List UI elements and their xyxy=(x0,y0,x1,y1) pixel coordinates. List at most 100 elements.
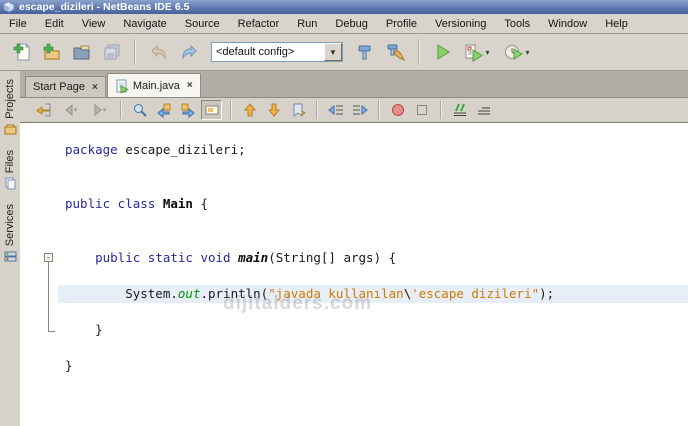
next-bookmark-button[interactable] xyxy=(263,100,284,120)
menu-item-source[interactable]: Source xyxy=(176,16,229,32)
code-token: Main xyxy=(163,196,193,211)
build-project-button[interactable] xyxy=(352,39,379,66)
menu-item-refactor[interactable]: Refactor xyxy=(229,16,289,32)
code-fold-toggle[interactable]: - xyxy=(44,253,53,262)
code-line[interactable]: } xyxy=(58,357,688,375)
stop-macro-button[interactable] xyxy=(411,100,432,120)
code-line[interactable]: public static void main(String[] args) { xyxy=(58,249,688,267)
toolbar-separator xyxy=(134,39,136,65)
config-dropdown[interactable]: <default config> ▼ xyxy=(211,42,343,62)
code-line[interactable]: } xyxy=(58,321,688,339)
menu-item-edit[interactable]: Edit xyxy=(36,16,73,32)
code-line[interactable] xyxy=(58,231,688,249)
code-token: 'escape dizileri" xyxy=(411,286,539,301)
code-line[interactable] xyxy=(58,339,688,357)
menu-item-view[interactable]: View xyxy=(73,16,115,32)
previous-bookmark-button[interactable] xyxy=(239,100,260,120)
code-line[interactable]: public class Main { xyxy=(58,195,688,213)
tab-label: Start Page xyxy=(33,81,85,93)
files-icon xyxy=(4,177,17,190)
editor-toolbar: ▾ ▾ xyxy=(20,98,688,123)
find-previous-button[interactable] xyxy=(153,100,174,120)
uncomment-icon xyxy=(476,102,492,118)
profile-dropdown-caret-icon[interactable]: ▾ xyxy=(525,48,529,57)
menu-item-navigate[interactable]: Navigate xyxy=(114,16,175,32)
profile-clock-icon xyxy=(504,42,524,62)
comment-button[interactable] xyxy=(449,100,470,120)
comment-icon xyxy=(452,102,468,118)
toggle-bookmark-button[interactable] xyxy=(287,100,308,120)
menu-item-help[interactable]: Help xyxy=(596,16,637,32)
main-toolbar: <default config> ▼ xyxy=(0,34,688,71)
code-token xyxy=(65,250,95,265)
record-macro-icon xyxy=(390,102,406,118)
undo-button[interactable] xyxy=(145,39,172,66)
new-file-button[interactable] xyxy=(8,39,35,66)
record-macro-button[interactable] xyxy=(387,100,408,120)
code-line[interactable] xyxy=(58,303,688,321)
close-icon[interactable]: × xyxy=(187,80,193,91)
code-lines: package escape_dizileri;public class Mai… xyxy=(58,141,688,375)
back-caret-icon[interactable]: ▾ xyxy=(74,106,78,114)
find-button[interactable] xyxy=(129,100,150,120)
clean-build-button[interactable] xyxy=(382,39,409,66)
code-line[interactable] xyxy=(58,213,688,231)
debug-project-button[interactable]: ▾ xyxy=(459,39,495,66)
tab-start-page[interactable]: Start Page × xyxy=(25,76,106,97)
uncomment-button[interactable] xyxy=(473,100,494,120)
new-project-button[interactable] xyxy=(38,39,65,66)
code-editor[interactable]: - package escape_dizileri;public class M… xyxy=(20,123,688,426)
menu-item-file[interactable]: File xyxy=(0,16,36,32)
tab-main-java[interactable]: Main.java × xyxy=(107,73,201,97)
document-tab-row: Start Page × Main.java × xyxy=(20,71,688,98)
save-all-button[interactable] xyxy=(98,39,125,66)
code-token: public static void xyxy=(95,250,238,265)
sidebar-item-projects[interactable]: Projects xyxy=(4,79,17,136)
menu-item-debug[interactable]: Debug xyxy=(326,16,376,32)
new-file-icon xyxy=(12,42,32,62)
sidebar-item-services[interactable]: Services xyxy=(4,204,17,263)
debug-dropdown-caret-icon[interactable]: ▾ xyxy=(485,48,489,57)
java-file-icon xyxy=(115,79,129,93)
editor-toolbar-separator xyxy=(378,101,379,119)
shift-line-right-button[interactable] xyxy=(349,100,370,120)
find-next-button[interactable] xyxy=(177,100,198,120)
sidebar-item-label: Projects xyxy=(4,79,16,119)
editor-toolbar-separator xyxy=(440,101,441,119)
sidebar-item-files[interactable]: Files xyxy=(4,150,17,190)
code-line[interactable] xyxy=(58,159,688,177)
run-project-button[interactable] xyxy=(429,39,456,66)
highlight-search-icon xyxy=(204,102,220,118)
redo-button[interactable] xyxy=(175,39,202,66)
find-previous-icon xyxy=(156,102,172,118)
code-line[interactable]: package escape_dizileri; xyxy=(58,141,688,159)
config-dropdown-arrow-icon[interactable]: ▼ xyxy=(324,43,342,61)
code-token: { xyxy=(193,196,208,211)
tab-label: Main.java xyxy=(133,80,180,92)
toggle-bookmark-icon xyxy=(290,102,306,118)
code-token: ); xyxy=(539,286,554,301)
forward-button[interactable]: ▾ xyxy=(86,100,112,120)
toolbar-separator xyxy=(418,39,420,65)
forward-caret-icon[interactable]: ▾ xyxy=(103,106,107,114)
profile-project-button[interactable]: ▾ xyxy=(498,39,536,66)
code-line-current[interactable]: System.out.println("javada kullanılan\'e… xyxy=(58,285,688,303)
last-edit-location-button[interactable] xyxy=(33,100,54,120)
close-icon[interactable]: × xyxy=(92,82,98,93)
shift-line-left-button[interactable] xyxy=(325,100,346,120)
menu-item-window[interactable]: Window xyxy=(539,16,596,32)
menu-item-versioning[interactable]: Versioning xyxy=(426,16,495,32)
toggle-highlight-search-button[interactable] xyxy=(201,100,222,120)
config-dropdown-value: <default config> xyxy=(212,46,324,58)
code-token: } xyxy=(65,358,73,373)
back-button[interactable]: ▾ xyxy=(57,100,83,120)
watermark-text: dijitalders.com xyxy=(223,293,372,315)
left-sidebar: Projects Files Services xyxy=(0,71,21,426)
menu-item-tools[interactable]: Tools xyxy=(495,16,539,32)
code-line[interactable] xyxy=(58,177,688,195)
open-project-button[interactable] xyxy=(68,39,95,66)
menu-item-profile[interactable]: Profile xyxy=(377,16,426,32)
code-line[interactable] xyxy=(58,267,688,285)
menu-item-run[interactable]: Run xyxy=(288,16,326,32)
shift-right-icon xyxy=(352,102,368,118)
